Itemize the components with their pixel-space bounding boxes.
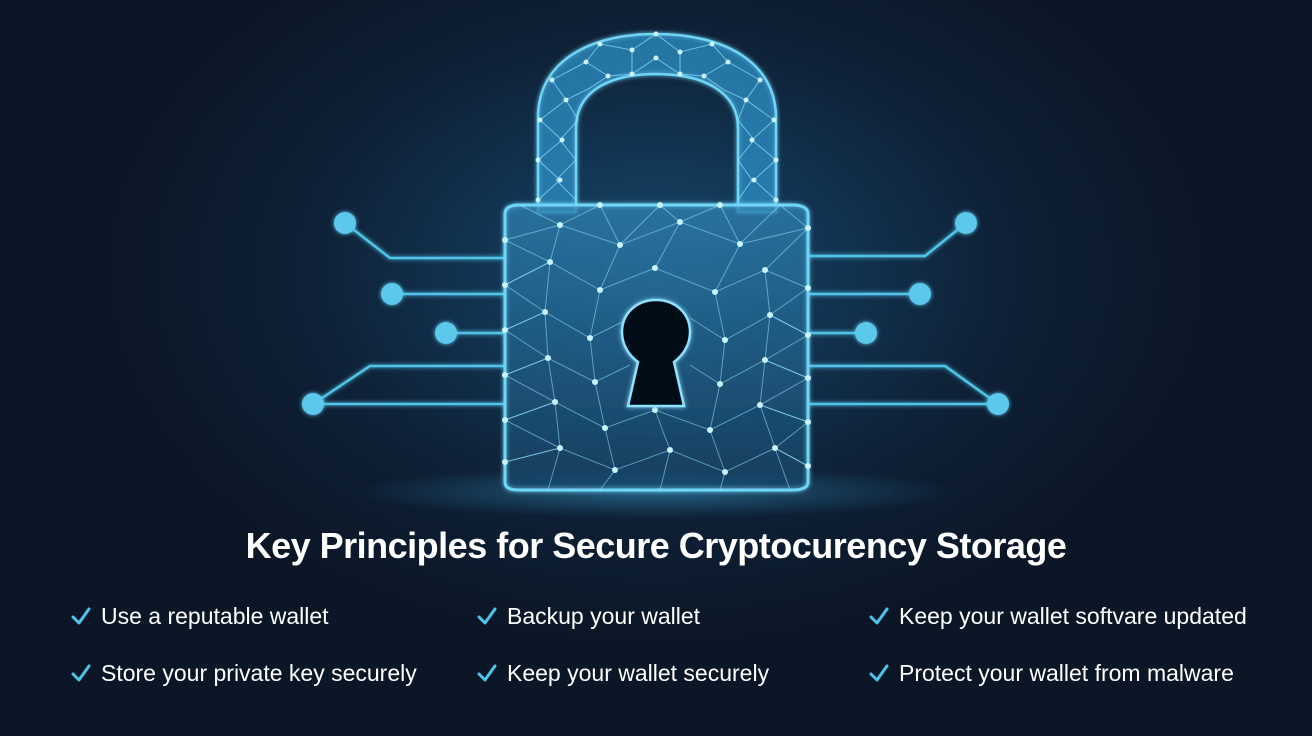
principle-item: Store your private key securely — [70, 658, 417, 688]
checkmark-icon — [477, 607, 497, 625]
checkmark-icon — [477, 664, 497, 682]
principle-label: Keep your wallet softvare updated — [899, 603, 1247, 629]
principle-label: Protect your wallet from malware — [899, 660, 1234, 686]
circuit-nodes-right — [855, 212, 1009, 415]
principle-item: Use a reputable wallet — [70, 601, 329, 631]
checkmark-icon — [869, 607, 889, 625]
checkmark-icon — [71, 607, 91, 625]
principle-label: Backup your wallet — [507, 603, 701, 629]
principle-label: Store your private key securely — [101, 660, 417, 686]
principle-item: Keep your wallet securely — [476, 658, 769, 688]
checkmark-icon — [71, 664, 91, 682]
principle-item: Keep your wallet softvare updated — [868, 601, 1247, 631]
padlock-illustration — [302, 31, 1009, 518]
circuit-nodes-left — [302, 212, 457, 415]
principle-label: Use a reputable wallet — [101, 603, 329, 629]
slide: Key Principles for Secure Cryptocurency … — [0, 0, 1312, 736]
principle-item: Protect your wallet from malware — [868, 658, 1234, 688]
page-title: Key Principles for Secure Cryptocurency … — [245, 525, 1067, 566]
circuit-lines-left — [312, 222, 505, 406]
keyhole-icon — [620, 298, 692, 408]
checkmark-icon — [869, 664, 889, 682]
circuit-lines-right — [808, 222, 999, 406]
padlock-icon — [502, 31, 811, 492]
principle-item: Backup your wallet — [476, 601, 700, 631]
principle-label: Keep your wallet securely — [507, 660, 770, 686]
